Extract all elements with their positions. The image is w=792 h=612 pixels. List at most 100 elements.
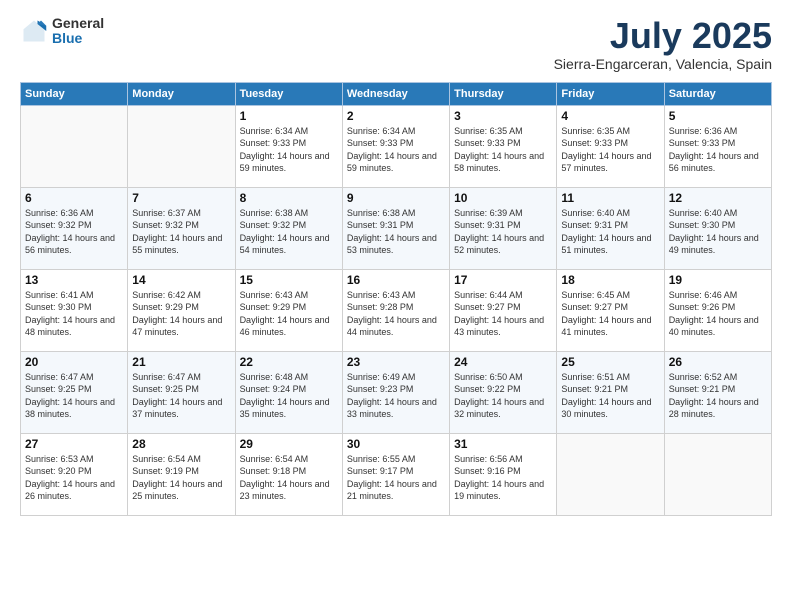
- day-number: 24: [454, 355, 552, 369]
- day-info: Sunrise: 6:43 AM Sunset: 9:29 PM Dayligh…: [240, 289, 338, 339]
- day-number: 18: [561, 273, 659, 287]
- day-info: Sunrise: 6:46 AM Sunset: 9:26 PM Dayligh…: [669, 289, 767, 339]
- calendar-cell: 16 Sunrise: 6:43 AM Sunset: 9:28 PM Dayli…: [342, 269, 449, 351]
- title-location: Sierra-Engarceran, Valencia, Spain: [554, 56, 772, 72]
- day-number: 30: [347, 437, 445, 451]
- calendar-cell: 31Sunrise: 6:56 AM Sunset: 9:16 PM Dayli…: [450, 433, 557, 515]
- day-number: 19: [669, 273, 767, 287]
- calendar-cell: 9 Sunrise: 6:38 AM Sunset: 9:31 PM Daylig…: [342, 187, 449, 269]
- day-number: 20: [25, 355, 123, 369]
- calendar-header-wednesday: Wednesday: [342, 82, 449, 105]
- day-info: Sunrise: 6:47 AM Sunset: 9:25 PM Dayligh…: [25, 371, 123, 421]
- day-number: 15: [240, 273, 338, 287]
- day-info: Sunrise: 6:53 AM Sunset: 9:20 PM Dayligh…: [25, 453, 123, 503]
- calendar-cell: 26Sunrise: 6:52 AM Sunset: 9:21 PM Dayli…: [664, 351, 771, 433]
- day-info: Sunrise: 6:50 AM Sunset: 9:22 PM Dayligh…: [454, 371, 552, 421]
- header: General Blue July 2025 Sierra-Engarceran…: [20, 16, 772, 72]
- day-info: Sunrise: 6:51 AM Sunset: 9:21 PM Dayligh…: [561, 371, 659, 421]
- calendar-cell: 20 Sunrise: 6:47 AM Sunset: 9:25 PM Dayli…: [21, 351, 128, 433]
- page: General Blue July 2025 Sierra-Engarceran…: [0, 0, 792, 612]
- day-info: Sunrise: 6:35 AM Sunset: 9:33 PM Dayligh…: [454, 125, 552, 175]
- calendar-cell: 11 Sunrise: 6:40 AM Sunset: 9:31 PM Dayli…: [557, 187, 664, 269]
- calendar-week-0: 1 Sunrise: 6:34 AM Sunset: 9:33 PM Daylig…: [21, 105, 772, 187]
- day-number: 11: [561, 191, 659, 205]
- calendar-cell: 3 Sunrise: 6:35 AM Sunset: 9:33 PM Daylig…: [450, 105, 557, 187]
- calendar-cell: 15 Sunrise: 6:43 AM Sunset: 9:29 PM Dayli…: [235, 269, 342, 351]
- day-info: Sunrise: 6:38 AM Sunset: 9:32 PM Dayligh…: [240, 207, 338, 257]
- calendar-cell: 6 Sunrise: 6:36 AM Sunset: 9:32 PM Daylig…: [21, 187, 128, 269]
- day-number: 29: [240, 437, 338, 451]
- day-info: Sunrise: 6:42 AM Sunset: 9:29 PM Dayligh…: [132, 289, 230, 339]
- calendar-cell: 19 Sunrise: 6:46 AM Sunset: 9:26 PM Dayli…: [664, 269, 771, 351]
- title-month: July 2025: [554, 16, 772, 56]
- calendar-cell: [128, 105, 235, 187]
- day-number: 22: [240, 355, 338, 369]
- day-number: 7: [132, 191, 230, 205]
- calendar-cell: 30 Sunrise: 6:55 AM Sunset: 9:17 PM Dayli…: [342, 433, 449, 515]
- day-number: 26: [669, 355, 767, 369]
- calendar-cell: 8 Sunrise: 6:38 AM Sunset: 9:32 PM Daylig…: [235, 187, 342, 269]
- day-info: Sunrise: 6:36 AM Sunset: 9:32 PM Dayligh…: [25, 207, 123, 257]
- day-info: Sunrise: 6:34 AM Sunset: 9:33 PM Dayligh…: [347, 125, 445, 175]
- calendar-cell: 4Sunrise: 6:35 AM Sunset: 9:33 PM Daylig…: [557, 105, 664, 187]
- day-number: 2: [347, 109, 445, 123]
- calendar-cell: 10 Sunrise: 6:39 AM Sunset: 9:31 PM Dayli…: [450, 187, 557, 269]
- calendar-header-sunday: Sunday: [21, 82, 128, 105]
- calendar-cell: 5 Sunrise: 6:36 AM Sunset: 9:33 PM Daylig…: [664, 105, 771, 187]
- logo-text: General Blue: [52, 16, 104, 47]
- calendar-header-friday: Friday: [557, 82, 664, 105]
- day-info: Sunrise: 6:47 AM Sunset: 9:25 PM Dayligh…: [132, 371, 230, 421]
- day-info: Sunrise: 6:49 AM Sunset: 9:23 PM Dayligh…: [347, 371, 445, 421]
- day-info: Sunrise: 6:45 AM Sunset: 9:27 PM Dayligh…: [561, 289, 659, 339]
- calendar-header-row: SundayMondayTuesdayWednesdayThursdayFrid…: [21, 82, 772, 105]
- day-info: Sunrise: 6:48 AM Sunset: 9:24 PM Dayligh…: [240, 371, 338, 421]
- day-info: Sunrise: 6:41 AM Sunset: 9:30 PM Dayligh…: [25, 289, 123, 339]
- calendar-cell: [21, 105, 128, 187]
- calendar-cell: 7 Sunrise: 6:37 AM Sunset: 9:32 PM Daylig…: [128, 187, 235, 269]
- day-number: 17: [454, 273, 552, 287]
- title-block: July 2025 Sierra-Engarceran, Valencia, S…: [554, 16, 772, 72]
- day-number: 13: [25, 273, 123, 287]
- calendar-header-thursday: Thursday: [450, 82, 557, 105]
- day-number: 28: [132, 437, 230, 451]
- day-info: Sunrise: 6:44 AM Sunset: 9:27 PM Dayligh…: [454, 289, 552, 339]
- calendar-header-monday: Monday: [128, 82, 235, 105]
- logo-blue: Blue: [52, 31, 104, 46]
- calendar-cell: 24 Sunrise: 6:50 AM Sunset: 9:22 PM Dayli…: [450, 351, 557, 433]
- day-number: 3: [454, 109, 552, 123]
- day-number: 8: [240, 191, 338, 205]
- calendar-cell: 13 Sunrise: 6:41 AM Sunset: 9:30 PM Dayli…: [21, 269, 128, 351]
- calendar-cell: 22 Sunrise: 6:48 AM Sunset: 9:24 PM Dayli…: [235, 351, 342, 433]
- day-number: 12: [669, 191, 767, 205]
- day-number: 10: [454, 191, 552, 205]
- logo: General Blue: [20, 16, 104, 47]
- day-number: 5: [669, 109, 767, 123]
- calendar-cell: 23 Sunrise: 6:49 AM Sunset: 9:23 PM Dayli…: [342, 351, 449, 433]
- calendar-cell: 1 Sunrise: 6:34 AM Sunset: 9:33 PM Daylig…: [235, 105, 342, 187]
- calendar-cell: 28Sunrise: 6:54 AM Sunset: 9:19 PM Dayli…: [128, 433, 235, 515]
- day-info: Sunrise: 6:37 AM Sunset: 9:32 PM Dayligh…: [132, 207, 230, 257]
- calendar-week-4: 27Sunrise: 6:53 AM Sunset: 9:20 PM Dayli…: [21, 433, 772, 515]
- day-number: 6: [25, 191, 123, 205]
- calendar-cell: 27Sunrise: 6:53 AM Sunset: 9:20 PM Dayli…: [21, 433, 128, 515]
- day-number: 16: [347, 273, 445, 287]
- day-number: 9: [347, 191, 445, 205]
- day-info: Sunrise: 6:40 AM Sunset: 9:31 PM Dayligh…: [561, 207, 659, 257]
- calendar-header-tuesday: Tuesday: [235, 82, 342, 105]
- day-info: Sunrise: 6:34 AM Sunset: 9:33 PM Dayligh…: [240, 125, 338, 175]
- day-info: Sunrise: 6:36 AM Sunset: 9:33 PM Dayligh…: [669, 125, 767, 175]
- day-number: 25: [561, 355, 659, 369]
- day-info: Sunrise: 6:38 AM Sunset: 9:31 PM Dayligh…: [347, 207, 445, 257]
- calendar-cell: 29Sunrise: 6:54 AM Sunset: 9:18 PM Dayli…: [235, 433, 342, 515]
- day-info: Sunrise: 6:35 AM Sunset: 9:33 PM Dayligh…: [561, 125, 659, 175]
- calendar-header-saturday: Saturday: [664, 82, 771, 105]
- day-info: Sunrise: 6:39 AM Sunset: 9:31 PM Dayligh…: [454, 207, 552, 257]
- day-info: Sunrise: 6:55 AM Sunset: 9:17 PM Dayligh…: [347, 453, 445, 503]
- calendar-week-2: 13 Sunrise: 6:41 AM Sunset: 9:30 PM Dayli…: [21, 269, 772, 351]
- calendar-table: SundayMondayTuesdayWednesdayThursdayFrid…: [20, 82, 772, 516]
- logo-general: General: [52, 16, 104, 31]
- day-number: 1: [240, 109, 338, 123]
- day-info: Sunrise: 6:43 AM Sunset: 9:28 PM Dayligh…: [347, 289, 445, 339]
- calendar-cell: 2 Sunrise: 6:34 AM Sunset: 9:33 PM Daylig…: [342, 105, 449, 187]
- day-number: 23: [347, 355, 445, 369]
